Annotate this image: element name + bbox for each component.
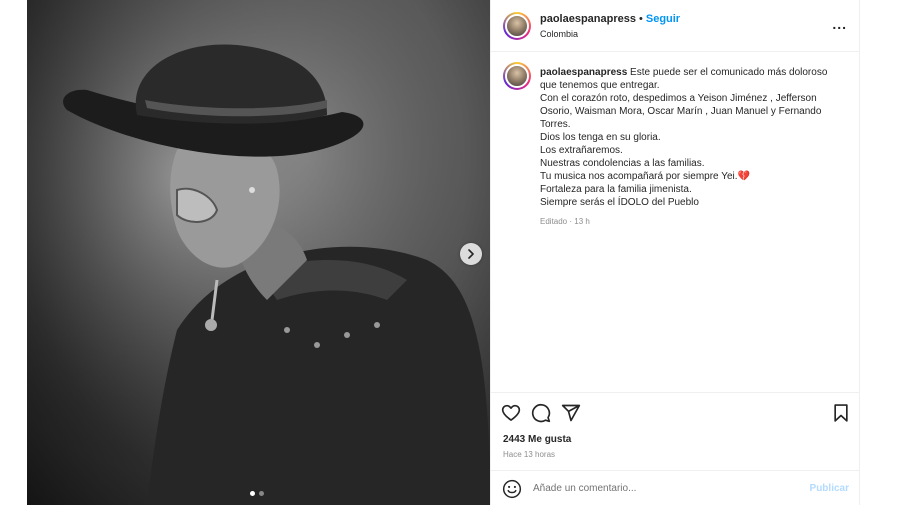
comment-bar: Publicar: [491, 470, 859, 505]
caption-line: Fortaleza para la familia jimenista.: [540, 184, 692, 195]
avatar[interactable]: [503, 12, 531, 40]
emoji-icon[interactable]: [502, 479, 522, 499]
caption-line: Dios los tenga en su gloria.: [540, 132, 661, 143]
caption-line: Siempre serás el ÍDOLO del Pueblo: [540, 197, 699, 208]
caption-area: paolaespanapress Este puede ser el comun…: [491, 52, 859, 392]
caption-line: Los extrañaremos.: [540, 145, 623, 156]
more-options-icon[interactable]: ...: [832, 16, 847, 32]
caption-line: Nuestras condolencias a las familias.: [540, 158, 705, 169]
comment-icon[interactable]: [531, 403, 551, 423]
bookmark-icon[interactable]: [831, 403, 851, 423]
follow-button[interactable]: Seguir: [646, 13, 680, 25]
heart-icon[interactable]: [501, 403, 521, 423]
comment-input[interactable]: [533, 480, 793, 497]
carousel-dot: [250, 491, 255, 496]
separator-dot: •: [639, 13, 643, 25]
caption-line: Osorio, Waisman Mora, Oscar Marín , Juan…: [540, 106, 822, 117]
caption-avatar[interactable]: [503, 62, 531, 90]
carousel-dots: [250, 491, 264, 496]
post-photo: [27, 0, 490, 505]
edited-timestamp: Editado · 13 h: [540, 217, 590, 226]
next-image-button[interactable]: [460, 243, 482, 265]
post-time: Hace 13 horas: [503, 450, 556, 459]
caption-line: Tu musica nos acompañará por siempre Yei…: [540, 171, 738, 182]
share-icon[interactable]: [561, 403, 581, 423]
username-link[interactable]: paolaespanapress: [540, 13, 636, 25]
location-link[interactable]: Colombia: [540, 29, 578, 39]
broken-heart-emoji: 💔: [737, 171, 750, 182]
caption-line: que tenemos que entregar.: [540, 80, 660, 91]
chevron-right-icon: [468, 249, 474, 259]
caption-text: paolaespanapress Este puede ser el comun…: [540, 66, 840, 209]
caption-line: Este puede ser el comunicado más doloros…: [630, 67, 828, 78]
caption-line: Con el corazón roto, despedimos a Yeison…: [540, 93, 817, 104]
caption-line: Torres.: [540, 119, 571, 130]
post-header: paolaespanapress • Seguir Colombia ...: [491, 0, 859, 52]
post-side-panel: paolaespanapress • Seguir Colombia ... pao…: [490, 0, 860, 505]
like-count[interactable]: 2443 Me gusta: [503, 434, 571, 445]
caption-username[interactable]: paolaespanapress: [540, 67, 627, 78]
publish-button[interactable]: Publicar: [810, 483, 849, 494]
carousel-dot: [259, 491, 264, 496]
actions-bar: 2443 Me gusta Hace 13 horas: [491, 392, 859, 472]
header-user-row: paolaespanapress • Seguir: [540, 13, 680, 25]
post-image[interactable]: [27, 0, 490, 505]
